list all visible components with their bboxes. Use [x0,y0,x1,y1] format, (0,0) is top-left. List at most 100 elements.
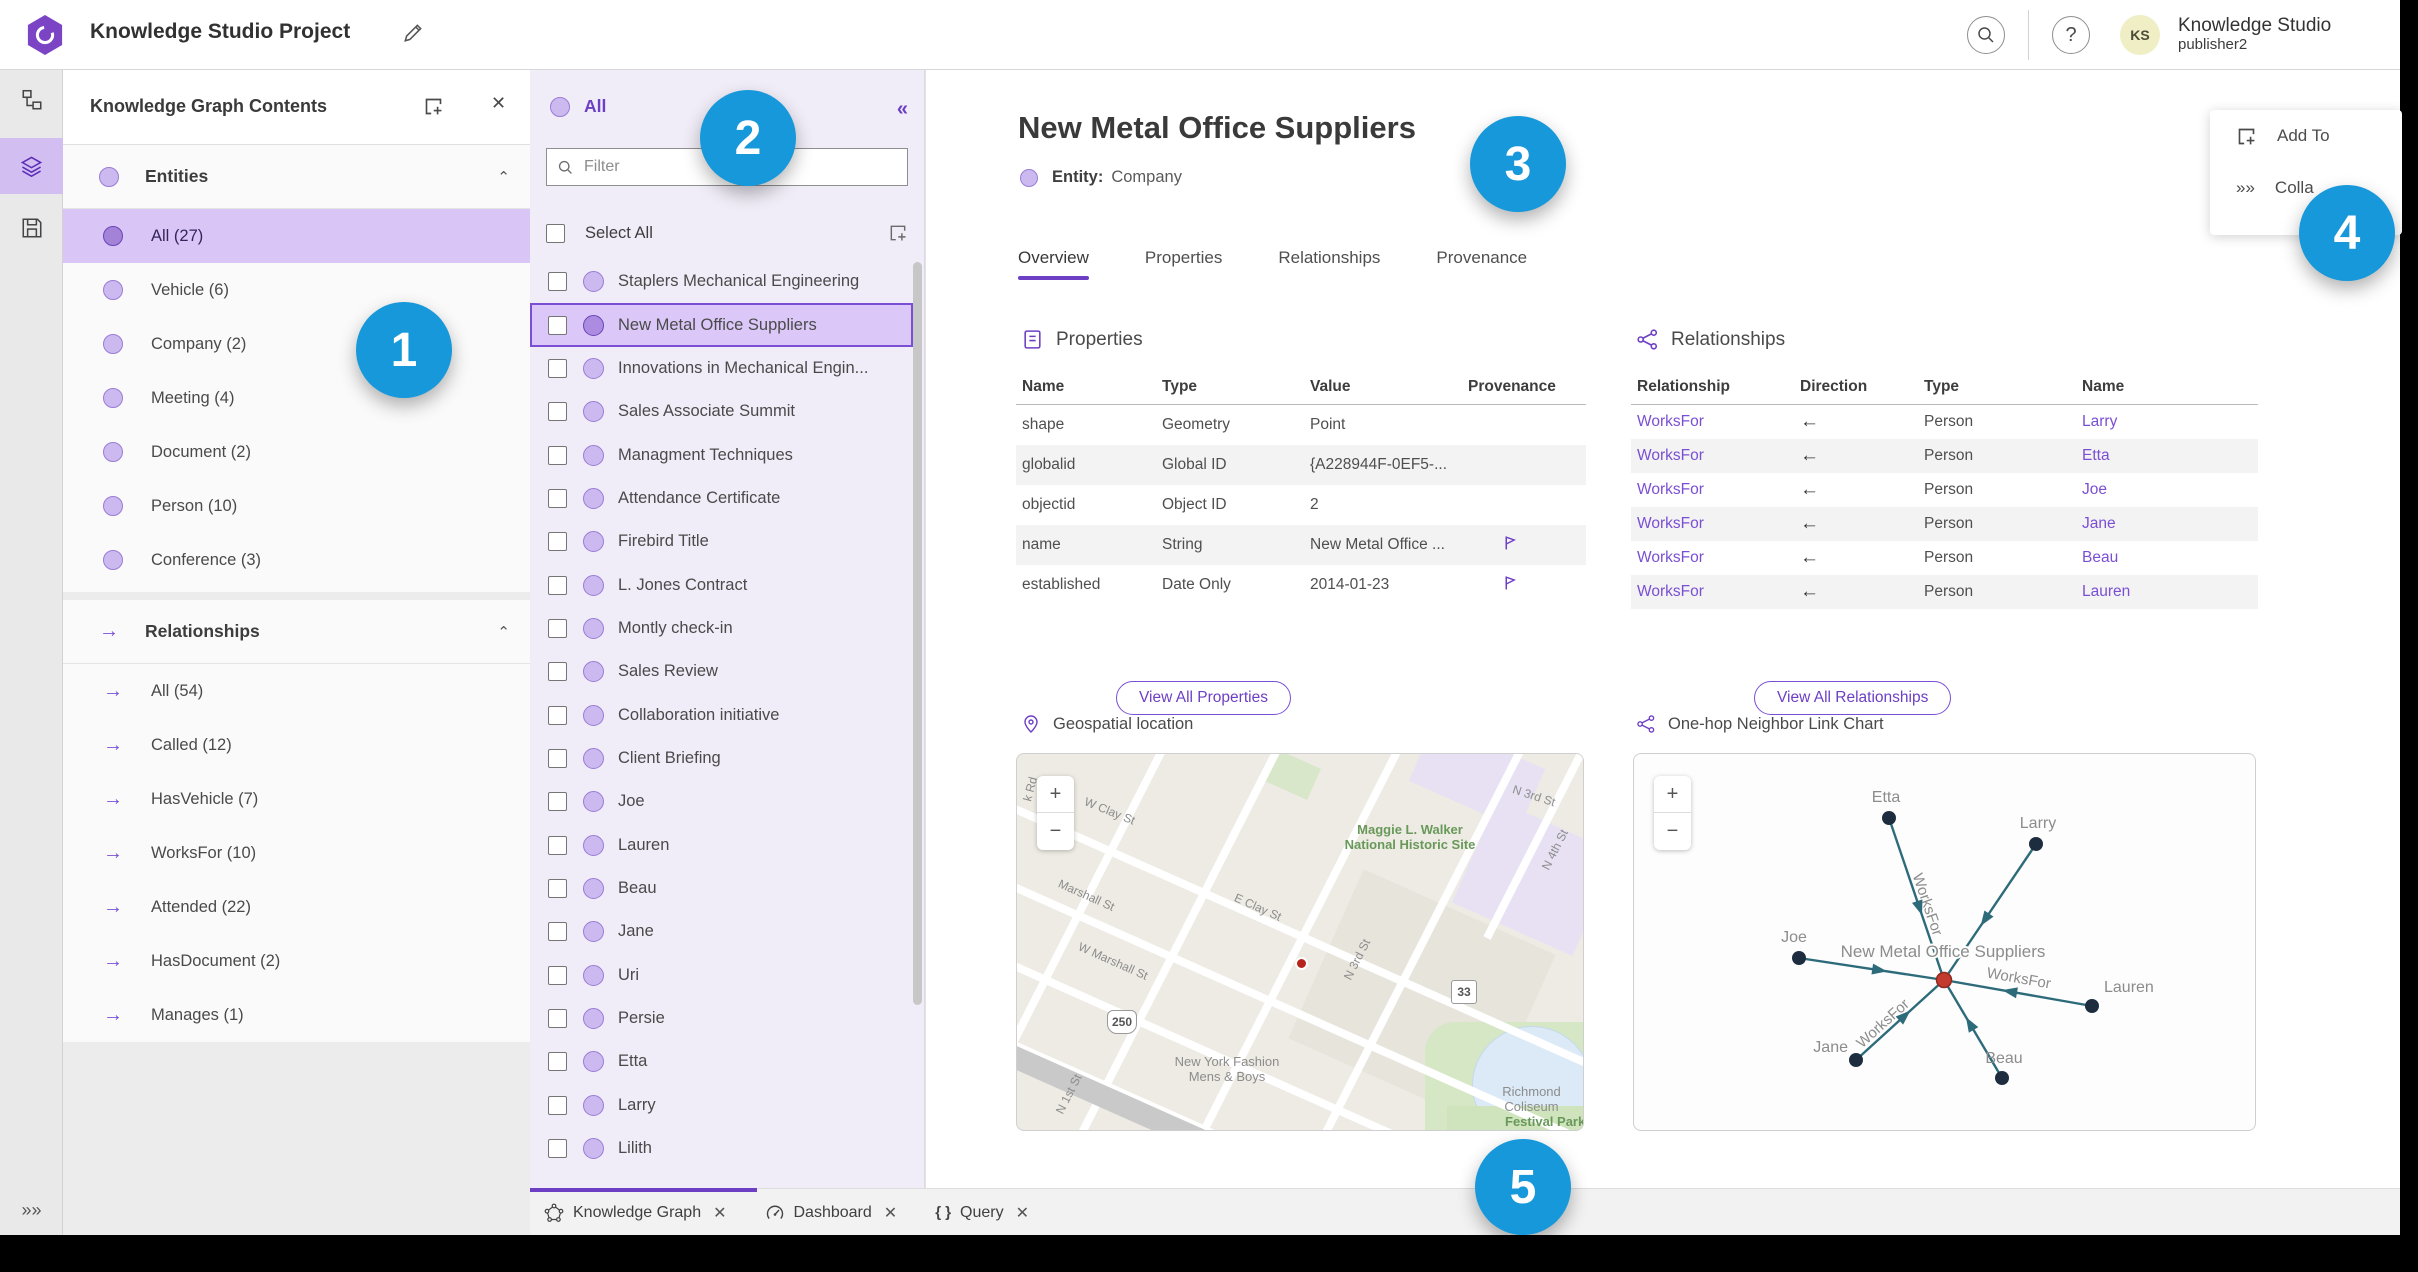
cell-name[interactable]: Larry [2076,405,2258,439]
collapse-panel-icon[interactable]: « [897,98,908,121]
list-item[interactable]: Joe [530,780,913,823]
item-checkbox[interactable] [548,922,567,942]
close-tab-icon[interactable]: ✕ [884,1203,897,1223]
cell-relationship[interactable]: WorksFor [1631,507,1794,541]
list-item[interactable]: Firebird Title [530,520,913,563]
tab-relationships[interactable]: Relationships [1278,248,1380,280]
sidebar-item-entity-type[interactable]: Document (2) [63,425,530,479]
item-checkbox[interactable] [548,748,567,768]
provenance-flag-icon[interactable] [1502,574,1519,591]
close-panel-icon[interactable]: ✕ [491,93,506,114]
zoom-in-button[interactable]: + [1037,776,1074,813]
action-add-to[interactable]: Add To [2210,110,2402,162]
cell-relationship[interactable]: WorksFor [1631,405,1794,439]
cell-name[interactable]: Lauren [2076,575,2258,609]
close-tab-icon[interactable]: ✕ [713,1203,726,1223]
relationships-section-header[interactable]: → Relationships ⌃ [63,600,530,664]
cell-relationship[interactable]: WorksFor [1631,473,1794,507]
tab-overview[interactable]: Overview [1018,248,1089,280]
zoom-out-button[interactable]: − [1654,813,1691,850]
entities-section-header[interactable]: Entities ⌃ [63,145,530,209]
list-item[interactable]: Lilith [530,1127,913,1170]
sidebar-item-entity-type[interactable]: Meeting (4) [63,371,530,425]
cell-relationship[interactable]: WorksFor [1631,439,1794,473]
cell-name[interactable]: Joe [2076,473,2258,507]
item-checkbox[interactable] [548,1009,567,1029]
item-checkbox[interactable] [548,878,567,898]
close-tab-icon[interactable]: ✕ [1016,1203,1029,1223]
list-item[interactable]: Sales Review [530,650,913,693]
sidebar-item-entity-type[interactable]: All (27) [63,209,530,263]
item-checkbox[interactable] [548,532,567,552]
search-button[interactable] [1967,16,2005,54]
map[interactable]: k Rd W Clay St N 3rd St N 4th St Maggie … [1016,753,1584,1131]
layers-icon[interactable] [0,138,63,194]
cell-name[interactable]: Jane [2076,507,2258,541]
list-item[interactable]: Attendance Certificate [530,477,913,520]
item-checkbox[interactable] [548,1139,567,1159]
item-checkbox[interactable] [548,575,567,595]
cell-relationship[interactable]: WorksFor [1631,575,1794,609]
list-item[interactable]: Staplers Mechanical Engineering [530,260,913,303]
cell-name[interactable]: Etta [2076,439,2258,473]
item-checkbox[interactable] [548,835,567,855]
sidebar-item-relationship-type[interactable]: → Called (12) [63,718,530,772]
item-checkbox[interactable] [548,965,567,985]
link-chart[interactable]: WorksFor WorksFor WorksFor New Metal Office… [1633,753,2256,1131]
item-checkbox[interactable] [548,792,567,812]
add-to-icon[interactable] [423,96,444,117]
cell-name[interactable]: Beau [2076,541,2258,575]
provenance-flag-icon[interactable] [1502,534,1519,551]
sidebar-item-relationship-type[interactable]: → All (54) [63,664,530,718]
item-checkbox[interactable] [548,358,567,378]
scrollbar-thumb[interactable] [913,262,922,1005]
avatar[interactable]: KS [2120,15,2160,55]
view-all-properties-button[interactable]: View All Properties [1116,681,1291,715]
sidebar-item-relationship-type[interactable]: → HasVehicle (7) [63,772,530,826]
list-item[interactable]: Sales Associate Summit [530,390,913,433]
list-item[interactable]: Larry [530,1084,913,1127]
view-tab-knowledge-graph[interactable]: Knowledge Graph ✕ [544,1203,727,1223]
sidebar-item-relationship-type[interactable]: → HasDocument (2) [63,934,530,988]
view-tab-query[interactable]: { } Query ✕ [935,1203,1029,1223]
list-item[interactable]: Client Briefing [530,737,913,780]
item-checkbox[interactable] [548,445,567,465]
list-item[interactable]: Etta [530,1040,913,1083]
item-checkbox[interactable] [548,1095,567,1115]
list-item[interactable]: Lauren [530,823,913,866]
sidebar-item-relationship-type[interactable]: → Manages (1) [63,988,530,1042]
zoom-in-button[interactable]: + [1654,776,1691,813]
view-tab-dashboard[interactable]: Dashboard ✕ [765,1203,897,1223]
item-checkbox[interactable] [548,315,567,335]
sidebar-item-entity-type[interactable]: Person (10) [63,479,530,533]
view-all-relationships-button[interactable]: View All Relationships [1754,681,1952,715]
add-to-icon[interactable] [888,223,908,243]
tab-properties[interactable]: Properties [1145,248,1222,280]
item-checkbox[interactable] [548,705,567,725]
item-checkbox[interactable] [548,618,567,638]
hierarchy-icon[interactable] [0,72,63,128]
cell-relationship[interactable]: WorksFor [1631,541,1794,575]
item-checkbox[interactable] [548,1052,567,1072]
list-item[interactable]: L. Jones Contract [530,563,913,606]
help-button[interactable]: ? [2052,16,2090,54]
list-item[interactable]: Persie [530,997,913,1040]
sidebar-item-relationship-type[interactable]: → WorksFor (10) [63,826,530,880]
list-item[interactable]: Managment Techniques [530,433,913,476]
item-checkbox[interactable] [548,662,567,682]
list-item[interactable]: Montly check-in [530,607,913,650]
list-item[interactable]: Beau [530,867,913,910]
select-all-checkbox[interactable] [546,223,565,243]
zoom-out-button[interactable]: − [1037,813,1074,850]
item-checkbox[interactable] [548,272,567,292]
list-item[interactable]: Collaboration initiative [530,693,913,736]
item-checkbox[interactable] [548,402,567,422]
list-item[interactable]: Jane [530,910,913,953]
edit-title-icon[interactable] [402,22,424,44]
list-item[interactable]: New Metal Office Suppliers [530,303,913,347]
save-icon[interactable] [0,200,63,256]
sidebar-item-relationship-type[interactable]: → Attended (22) [63,880,530,934]
list-item[interactable]: Innovations in Mechanical Engin... [530,347,913,390]
sidebar-item-entity-type[interactable]: Conference (3) [63,533,530,587]
list-item[interactable]: Uri [530,954,913,997]
